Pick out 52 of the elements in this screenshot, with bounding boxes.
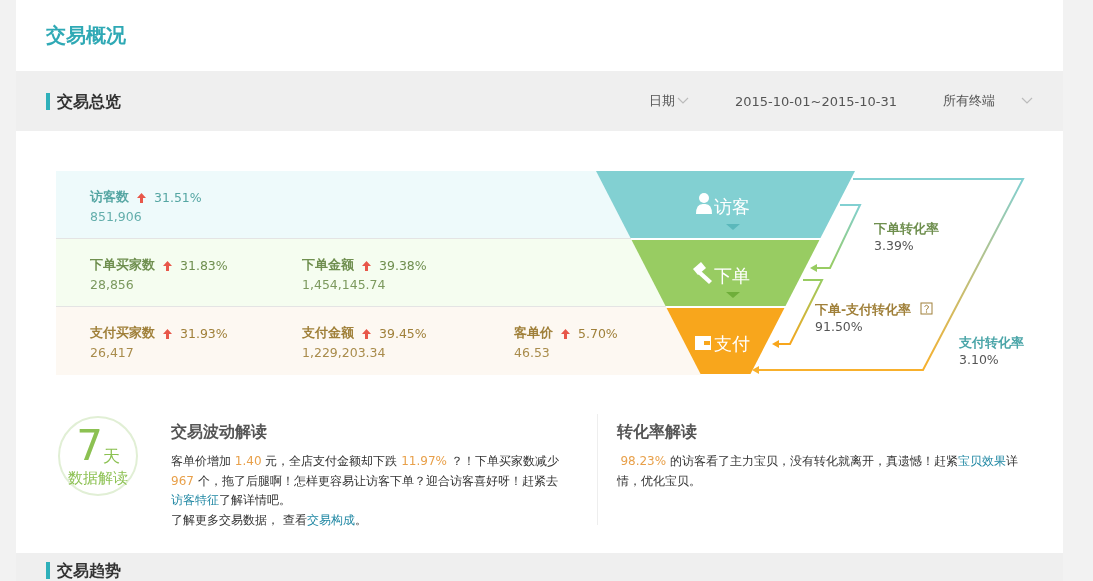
insight-text: 98.23% 的访客看了主力宝贝，没有转化就离开，真遗憾！赶紧宝贝效果详情，优化宝贝。	[616, 453, 1019, 490]
hammer-icon	[693, 262, 712, 284]
badge-caption: 数据解读	[68, 468, 128, 488]
wallet-icon	[695, 336, 711, 350]
metric-label: 访客数	[90, 189, 129, 206]
insight-text: 了解更多交易数据， 查看交易构成。	[171, 511, 368, 529]
funnel-stage-label: 下单	[714, 265, 750, 286]
chevron-down-icon	[1021, 97, 1033, 105]
text-link[interactable]: 访客特征	[171, 493, 219, 507]
funnel-stage-label: 访客	[714, 196, 750, 217]
conversion-value: 3.10%	[959, 352, 999, 367]
badge-number: 7	[76, 424, 103, 467]
metric-label: 下单金额	[302, 257, 354, 274]
metric-value: 1,229,203.34	[302, 345, 387, 360]
panel-title: 转化率解读	[616, 422, 698, 443]
section-title: 交易总览	[46, 92, 121, 110]
metric-value: 28,856	[90, 277, 135, 292]
funnel-stage-label: 支付	[714, 333, 750, 354]
conversion-label: 下单-支付转化率	[815, 302, 912, 317]
metric-label: 下单买家数	[90, 257, 155, 274]
metric-label: 支付金额	[302, 325, 354, 342]
metric-change: 31.51%	[154, 190, 202, 205]
badge-unit: 天	[102, 447, 120, 465]
conversion-value: 91.50%	[815, 319, 863, 334]
conversion-label: 下单转化率	[874, 221, 939, 236]
person-icon	[696, 193, 712, 214]
insight-text: 客单价增加 1.40 元，全店支付金额却下跌 11.97% ？！下单买家数减少 967 个，拖了后腿啊！怎样更容易让访客下单？迎合访客喜好呀！赶紧去 访客特征了解详情吧。	[171, 453, 560, 509]
metric-label: 支付买家数	[90, 325, 155, 342]
filter-dropdown[interactable]: 所有终端	[943, 92, 1033, 110]
section-title: 交易趋势	[46, 562, 121, 579]
metric-value: 851,906	[90, 209, 143, 224]
metric-label: 客单价	[514, 325, 553, 342]
down-triangle-icon	[726, 292, 740, 298]
panel-title: 交易波动解读	[171, 422, 268, 443]
down-triangle-icon	[726, 224, 740, 230]
metric-change: 5.70%	[578, 326, 618, 341]
text-link[interactable]: 宝贝效果	[958, 454, 1006, 468]
metric-change: 31.83%	[180, 258, 228, 273]
chevron-down-icon	[677, 97, 689, 105]
metric-change: 39.45%	[379, 326, 427, 341]
conversion-label: 支付转化率	[959, 335, 1024, 350]
metric-change: 31.93%	[180, 326, 228, 341]
page-title: 交易概况	[45, 22, 127, 49]
date-range: 2015-10-01~2015-10-31	[735, 93, 897, 109]
metric-value: 46.53	[514, 345, 551, 360]
metric-value: 26,417	[90, 345, 135, 360]
help-icon[interactable]	[920, 302, 933, 315]
conversion-value: 3.39%	[874, 238, 914, 253]
metric-change: 39.38%	[379, 258, 427, 273]
filter-dropdown[interactable]: 日期	[649, 92, 689, 110]
metric-value: 1,454,145.74	[302, 277, 387, 292]
text-link[interactable]: 交易构成	[306, 512, 355, 527]
